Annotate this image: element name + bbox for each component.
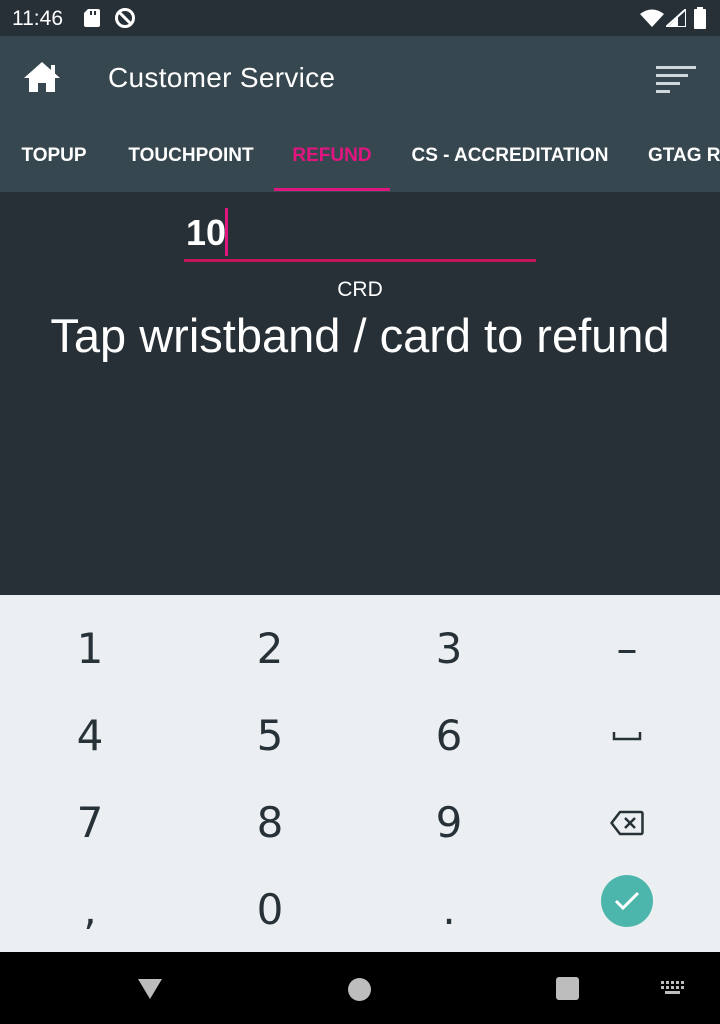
key-2[interactable]: 2: [180, 605, 360, 692]
currency-label: CRD: [337, 278, 383, 301]
key-minus[interactable]: –: [537, 605, 717, 692]
tab-bar: TOPUP TOUCHPOINT REFUND CS - ACCREDITATI…: [0, 120, 720, 192]
refund-panel: CRD Tap wristband / card to refund: [0, 192, 720, 595]
sync-disabled-icon: [115, 8, 135, 28]
app-bar: Customer Service TOPUP TOUCHPOINT REFUND…: [0, 36, 720, 192]
numeric-keyboard: 1 2 3 – 4 5 6 7 8 9 , 0 .: [0, 595, 720, 952]
tab-gtag[interactable]: GTAG R: [630, 120, 720, 192]
home-circle-icon[interactable]: [348, 978, 371, 1001]
key-7[interactable]: 7: [0, 779, 180, 866]
keyboard-switch-icon[interactable]: [660, 980, 686, 996]
key-enter[interactable]: [537, 857, 717, 944]
back-icon[interactable]: [137, 978, 163, 1000]
system-nav-bar: [0, 952, 720, 1024]
key-4[interactable]: 4: [0, 692, 180, 779]
wifi-icon: [640, 9, 664, 27]
sd-card-icon: [84, 9, 100, 27]
enter-button[interactable]: [601, 874, 653, 927]
home-icon[interactable]: [22, 58, 62, 98]
key-comma[interactable]: ,: [0, 866, 180, 953]
page-title: Customer Service: [108, 62, 336, 93]
key-space[interactable]: [537, 692, 717, 779]
status-bar: 11:46: [0, 0, 720, 36]
key-9[interactable]: 9: [359, 779, 539, 866]
tab-refund[interactable]: REFUND: [274, 120, 390, 192]
active-tab-indicator: [274, 188, 390, 191]
key-1[interactable]: 1: [0, 605, 180, 692]
backspace-icon: [610, 810, 644, 835]
space-icon: [612, 731, 642, 740]
tab-cs-accreditation[interactable]: CS - ACCREDITATION: [390, 120, 630, 192]
key-0[interactable]: 0: [180, 866, 360, 953]
text-cursor: [225, 208, 228, 256]
sort-menu-icon[interactable]: [654, 64, 698, 94]
key-6[interactable]: 6: [359, 692, 539, 779]
check-icon: [614, 891, 640, 910]
key-backspace[interactable]: [537, 779, 717, 866]
key-8[interactable]: 8: [180, 779, 360, 866]
key-period[interactable]: .: [359, 866, 539, 953]
status-time: 11:46: [12, 7, 63, 30]
tab-topup[interactable]: TOPUP: [0, 120, 108, 192]
key-3[interactable]: 3: [359, 605, 539, 692]
cell-signal-icon: [666, 9, 686, 27]
battery-icon: [694, 7, 706, 29]
key-5[interactable]: 5: [180, 692, 360, 779]
refund-instruction: Tap wristband / card to refund: [50, 309, 670, 362]
amount-input[interactable]: [184, 206, 536, 262]
tab-touchpoint[interactable]: TOUCHPOINT: [108, 120, 274, 192]
recents-icon[interactable]: [556, 977, 579, 1000]
